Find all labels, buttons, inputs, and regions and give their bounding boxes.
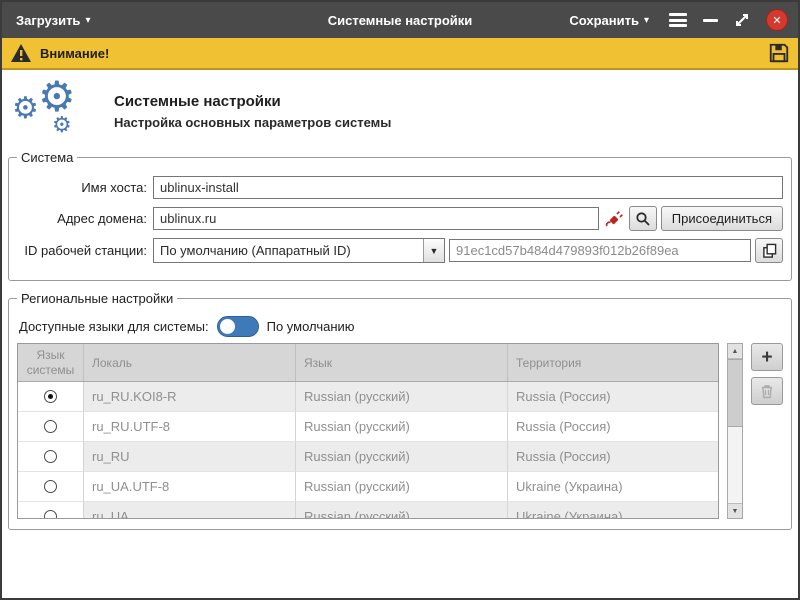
language-cell: Russian (русский) — [296, 442, 508, 472]
titlebar: Загрузить ▾ Системные настройки Сохранит… — [2, 2, 798, 38]
minimize-button[interactable] — [703, 19, 718, 22]
header-language: Язык — [296, 344, 508, 381]
station-id-value[interactable] — [449, 239, 751, 262]
station-id-select[interactable]: По умолчанию (Аппаратный ID) ▼ — [153, 238, 445, 263]
system-group: Система Имя хоста: Адрес домена: — [8, 150, 792, 281]
delete-language-button[interactable] — [751, 377, 783, 405]
territory-cell: Ukraine (Украина) — [508, 472, 718, 502]
territory-cell: Russia (Россия) — [508, 382, 718, 412]
domain-label: Адрес домена: — [17, 211, 147, 226]
load-menu-label: Загрузить — [16, 13, 80, 28]
locale-table: Язык системы Локаль Язык Территория ru_R… — [17, 343, 719, 519]
caret-down-icon: ▾ — [644, 15, 649, 26]
expand-arrows-icon — [734, 12, 750, 28]
floppy-disk-icon — [768, 42, 790, 64]
row-radio-cell[interactable] — [18, 382, 84, 412]
add-language-button[interactable]: + — [751, 343, 783, 371]
system-language-radio[interactable] — [44, 510, 57, 519]
scroll-up-arrow[interactable]: ▲ — [728, 344, 742, 359]
load-menu-button[interactable]: Загрузить ▾ — [12, 9, 94, 32]
scrollbar-thumb[interactable] — [728, 359, 742, 427]
table-scrollbar[interactable]: ▲ ▼ — [727, 343, 743, 519]
copy-button[interactable] — [755, 238, 783, 263]
system-language-radio[interactable] — [44, 480, 57, 493]
territory-cell: Russia (Россия) — [508, 442, 718, 472]
locale-cell: ru_UA.UTF-8 — [84, 472, 296, 502]
row-radio-cell[interactable] — [18, 412, 84, 442]
row-radio-cell[interactable] — [18, 442, 84, 472]
search-domain-button[interactable] — [629, 206, 657, 231]
table-row[interactable]: ru_RU.UTF-8Russian (русский)Russia (Росс… — [18, 412, 718, 442]
save-menu-button[interactable]: Сохранить ▾ — [565, 9, 653, 32]
copy-icon — [762, 243, 777, 259]
language-cell: Russian (русский) — [296, 472, 508, 502]
search-icon — [635, 211, 651, 227]
chevron-down-icon: ▼ — [423, 239, 444, 262]
default-label: По умолчанию — [267, 319, 355, 334]
locale-cell: ru_UA — [84, 502, 296, 519]
language-cell: Russian (русский) — [296, 382, 508, 412]
table-row[interactable]: ru_RURussian (русский)Russia (Россия) — [18, 442, 718, 472]
table-row[interactable]: ru_UARussian (русский)Ukraine (Украина) — [18, 502, 718, 519]
scroll-down-arrow[interactable]: ▼ — [728, 503, 742, 518]
regional-group: Региональные настройки Доступные языки д… — [8, 291, 792, 530]
locale-table-header: Язык системы Локаль Язык Территория — [18, 344, 718, 382]
system-language-radio[interactable] — [44, 420, 57, 433]
territory-cell: Ukraine (Украина) — [508, 502, 718, 519]
locale-table-body: ru_RU.KOI8-RRussian (русский)Russia (Рос… — [18, 382, 718, 519]
close-button[interactable]: ✕ — [766, 9, 788, 31]
caret-down-icon: ▾ — [85, 15, 90, 26]
locale-cell: ru_RU.UTF-8 — [84, 412, 296, 442]
table-row[interactable]: ru_UA.UTF-8Russian (русский)Ukraine (Укр… — [18, 472, 718, 502]
page-title: Системные настройки — [114, 93, 391, 110]
gears-icon: ⚙ ⚙ ⚙ — [12, 82, 98, 140]
system-language-radio[interactable] — [44, 450, 57, 463]
save-menu-label: Сохранить — [569, 13, 639, 28]
domain-input[interactable] — [153, 207, 599, 230]
system-language-radio[interactable] — [44, 390, 57, 403]
row-radio-cell[interactable] — [18, 502, 84, 519]
hamburger-menu-icon[interactable] — [669, 13, 687, 27]
territory-cell: Russia (Россия) — [508, 412, 718, 442]
warning-text: Внимание! — [40, 46, 109, 61]
app-window: Загрузить ▾ Системные настройки Сохранит… — [0, 0, 800, 600]
locale-cell: ru_RU — [84, 442, 296, 472]
regional-group-legend: Региональные настройки — [17, 291, 177, 306]
system-group-legend: Система — [17, 150, 77, 165]
station-id-label: ID рабочей станции: — [17, 243, 147, 258]
row-radio-cell[interactable] — [18, 472, 84, 502]
languages-label: Доступные языки для системы: — [19, 319, 209, 334]
hostname-label: Имя хоста: — [17, 180, 147, 195]
page-header: ⚙ ⚙ ⚙ Системные настройки Настройка осно… — [8, 76, 792, 150]
station-id-select-value: По умолчанию (Аппаратный ID) — [154, 239, 423, 262]
main-content: ⚙ ⚙ ⚙ Системные настройки Настройка осно… — [2, 70, 798, 598]
header-territory: Территория — [508, 344, 718, 381]
disconnected-plug-icon — [604, 209, 624, 229]
locale-cell: ru_RU.KOI8-R — [84, 382, 296, 412]
language-cell: Russian (русский) — [296, 412, 508, 442]
page-subtitle: Настройка основных параметров системы — [114, 115, 391, 130]
warning-bar: Внимание! — [2, 38, 798, 70]
languages-default-toggle[interactable] — [217, 316, 259, 337]
join-button[interactable]: Присоединиться — [661, 206, 783, 231]
header-system-language: Язык системы — [18, 344, 84, 381]
save-icon-button[interactable] — [768, 42, 790, 64]
language-cell: Russian (русский) — [296, 502, 508, 519]
warning-icon — [10, 43, 32, 63]
header-locale: Локаль — [84, 344, 296, 381]
hostname-input[interactable] — [153, 176, 783, 199]
fullscreen-button[interactable] — [734, 12, 750, 28]
trash-icon — [760, 383, 774, 399]
table-row[interactable]: ru_RU.KOI8-RRussian (русский)Russia (Рос… — [18, 382, 718, 412]
